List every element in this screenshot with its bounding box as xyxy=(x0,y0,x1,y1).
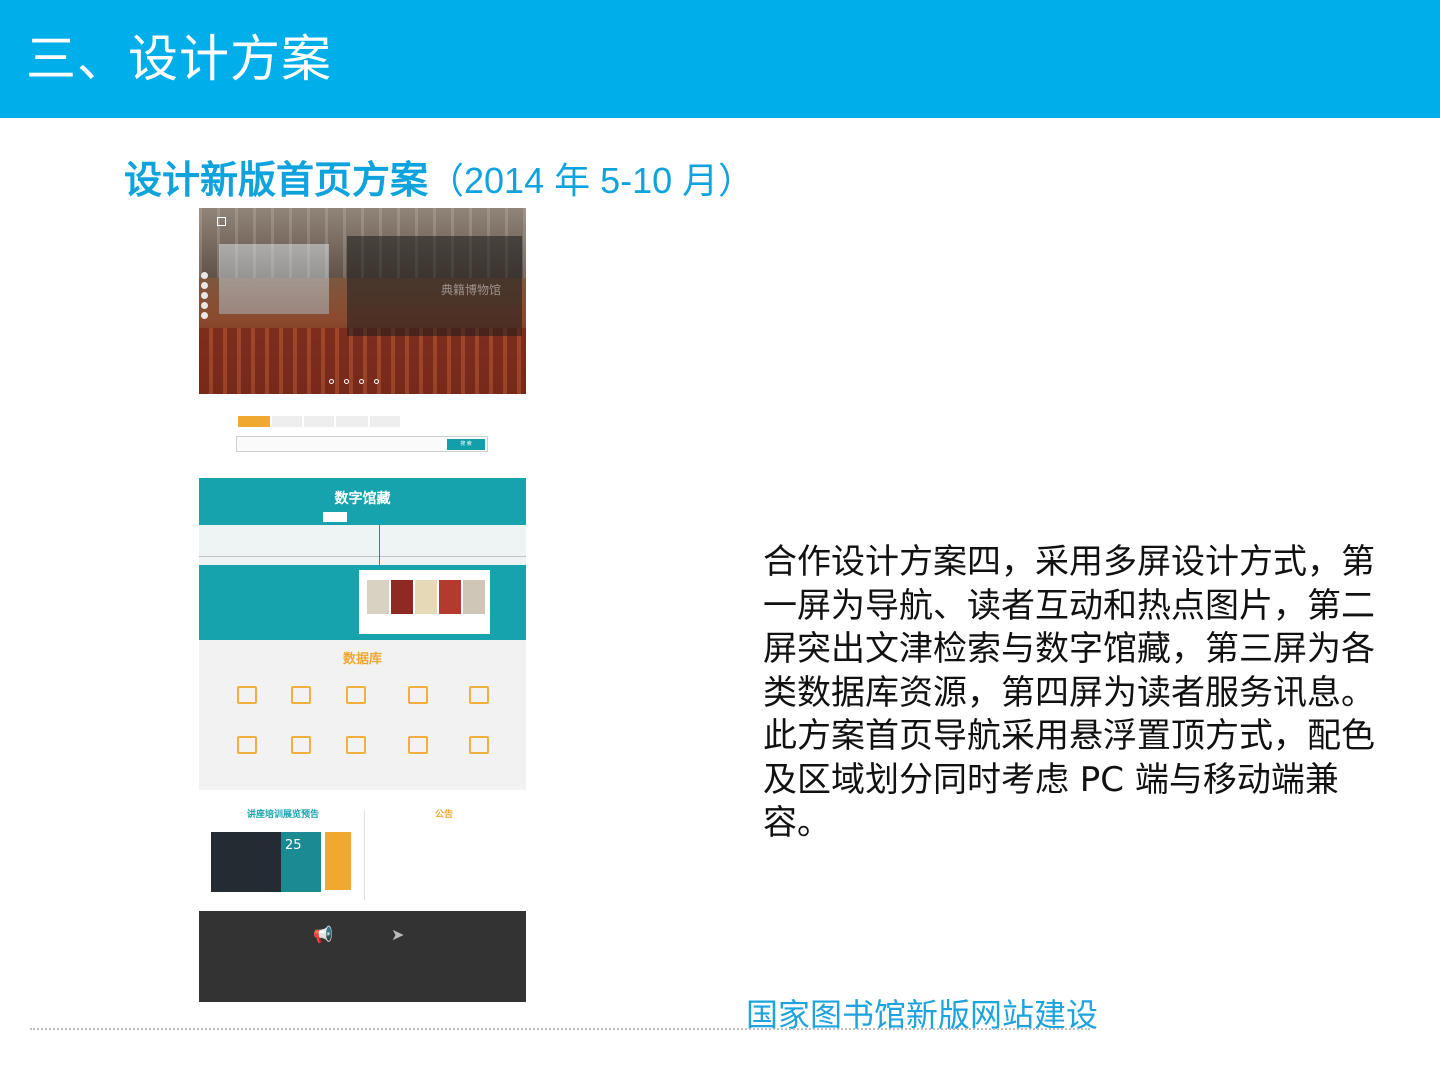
database-item xyxy=(388,686,448,704)
events-calendar: 25 xyxy=(211,832,321,892)
chart-icon xyxy=(237,736,257,754)
mockup-side-icons xyxy=(201,272,211,322)
database-item xyxy=(271,736,331,754)
database-item xyxy=(326,736,386,754)
subtitle-main: 设计新版首页方案 xyxy=(124,158,429,202)
mockup-hero-section: 典籍博物馆 xyxy=(199,208,526,394)
book-cover xyxy=(463,580,485,614)
book-cover xyxy=(415,580,437,614)
document-icon xyxy=(291,686,311,704)
database-title: 数据库 xyxy=(342,652,382,667)
send-icon: ➤ xyxy=(391,925,405,944)
mockup-search-tabs xyxy=(238,416,402,429)
quote-card xyxy=(325,832,351,890)
database-item xyxy=(217,686,277,704)
mockup-top-nav xyxy=(399,226,439,232)
mockup-footer: 📢 ➤ xyxy=(199,911,526,1002)
subtitle: 设计新版首页方案（2014 年 5-10 月） xyxy=(124,154,754,207)
timeline-axis xyxy=(199,556,526,557)
calendar-today-number: 25 xyxy=(285,838,302,853)
database-item xyxy=(217,736,277,754)
message-icon xyxy=(291,736,311,754)
digital-tabs xyxy=(323,512,387,524)
timeline-marker xyxy=(379,525,380,565)
book-cover xyxy=(391,580,413,614)
touch-icon xyxy=(469,736,489,754)
notices-title: 公告 xyxy=(435,810,454,820)
database-item xyxy=(449,686,509,704)
digital-book-carousel xyxy=(359,570,490,634)
book-cover xyxy=(439,580,461,614)
database-item xyxy=(388,736,448,754)
footer-dotted-rule xyxy=(30,1028,1090,1030)
newspaper-icon xyxy=(346,686,366,704)
news-divider xyxy=(364,810,365,900)
megaphone-icon: 📢 xyxy=(313,925,333,944)
hero-window-photo xyxy=(219,244,329,314)
mockup-search-input: 搜 索 xyxy=(236,436,488,452)
book-icon xyxy=(237,686,257,704)
hero-carousel-dots xyxy=(329,369,389,388)
mockup-search-button: 搜 索 xyxy=(447,439,485,450)
slide-title: 三、设计方案 xyxy=(26,30,332,88)
mockup-news-section: 讲座培训展览预告 公告 25 xyxy=(199,790,526,911)
subtitle-date: （2014 年 5-10 月） xyxy=(428,160,755,201)
graduation-cap-icon xyxy=(408,686,428,704)
medal-icon xyxy=(469,686,489,704)
wrench-icon xyxy=(346,736,366,754)
database-item xyxy=(449,736,509,754)
mockup-digital-section: 数字馆藏 xyxy=(199,478,526,640)
digital-timeline xyxy=(199,525,526,565)
calendar-today: 25 xyxy=(281,832,321,892)
book-cover xyxy=(367,580,389,614)
digital-title: 数字馆藏 xyxy=(334,491,391,507)
events-title: 讲座培训展览预告 xyxy=(247,810,320,820)
camera-icon xyxy=(408,736,428,754)
database-item xyxy=(326,686,386,704)
homepage-mockup-image: 典籍博物馆 搜 索 数字馆藏 数据库 讲座培训展览预告 公告 25 📢 ➤ xyxy=(199,208,526,1002)
database-item xyxy=(271,686,331,704)
hero-museum-text: 典籍博物馆 xyxy=(441,283,502,297)
description-text: 合作设计方案四，采用多屏设计方式，第一屏为导航、读者互动和热点图片，第二屏突出文… xyxy=(763,542,1375,843)
mockup-database-section: 数据库 xyxy=(199,640,526,790)
mockup-search-section: 搜 索 xyxy=(199,394,526,478)
mockup-logo xyxy=(217,217,347,226)
